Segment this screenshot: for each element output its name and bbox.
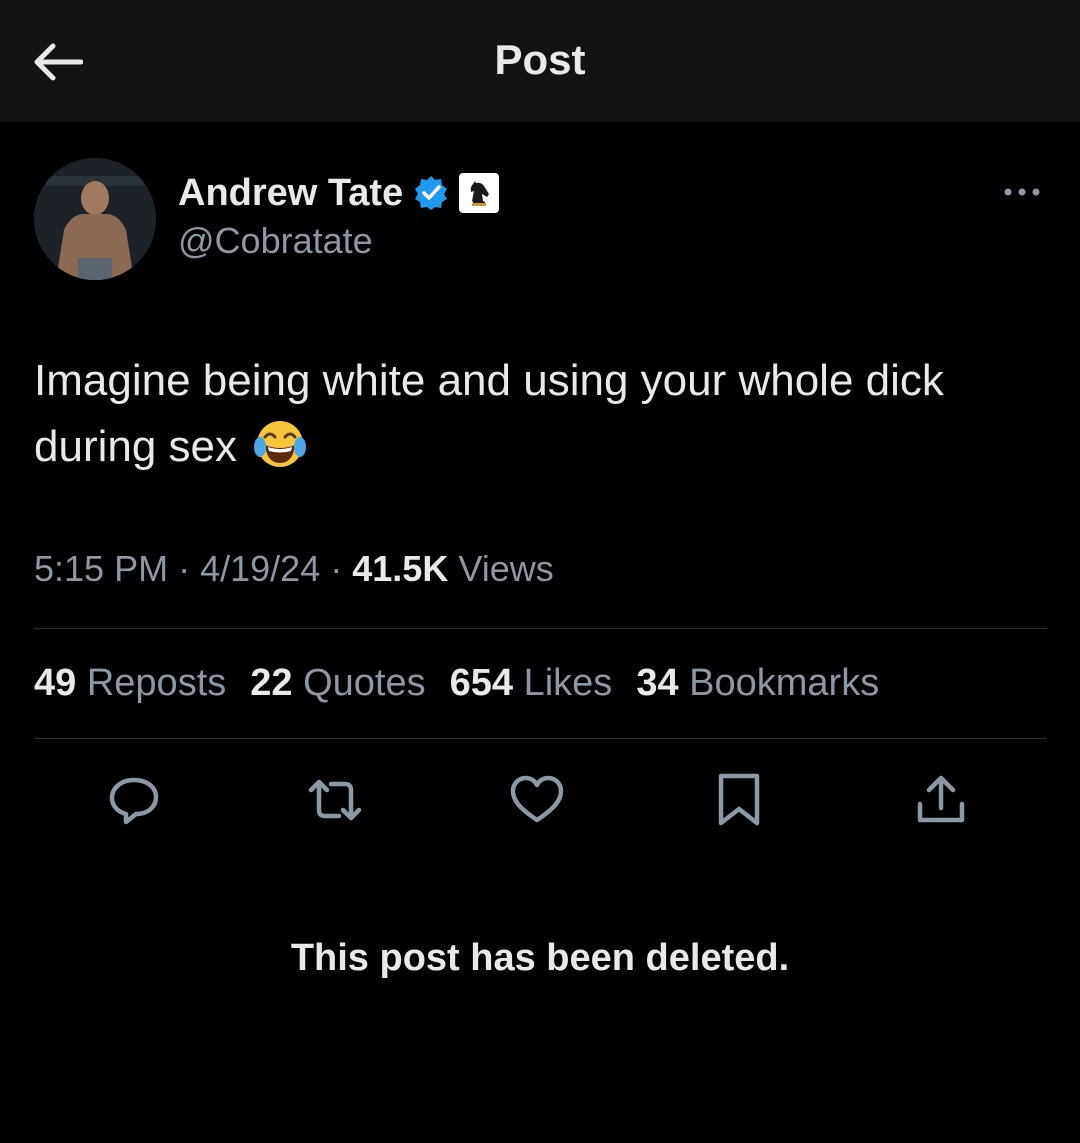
post-time[interactable]: 5:15 PM <box>34 548 168 589</box>
share-button[interactable] <box>911 770 971 830</box>
bookmarks-stat[interactable]: 34 Bookmarks <box>636 662 879 705</box>
share-icon <box>917 775 965 823</box>
reply-icon <box>109 777 159 825</box>
author-handle[interactable]: @Cobratate <box>178 220 373 262</box>
author-name[interactable]: Andrew Tate <box>178 172 403 215</box>
repost-icon <box>308 779 362 821</box>
bookmarks-label: Bookmarks <box>689 662 880 704</box>
reposts-stat[interactable]: 49 Reposts <box>34 662 226 705</box>
chess-knight-icon[interactable] <box>459 173 500 213</box>
likes-label: Likes <box>523 662 613 704</box>
engagement-stats: 49 Reposts 22 Quotes 654 Likes 34 Bookma… <box>34 662 879 705</box>
post-date[interactable]: 4/19/24 <box>200 548 320 589</box>
divider <box>34 628 1047 629</box>
quotes-stat[interactable]: 22 Quotes <box>250 662 425 705</box>
post-text: Imagine being white and using your whole… <box>34 348 1044 480</box>
bookmark-icon <box>718 773 760 826</box>
post-meta: 5:15 PM · 4/19/24 · 41.5K Views <box>34 548 554 590</box>
like-button[interactable] <box>507 770 567 830</box>
more-dots-icon <box>1004 188 1040 196</box>
quotes-count: 22 <box>250 662 293 704</box>
bookmark-button[interactable] <box>709 770 769 830</box>
avatar[interactable] <box>34 158 156 280</box>
meta-separator: · <box>330 548 343 589</box>
top-bar: Post <box>0 0 1080 122</box>
divider <box>34 738 1047 739</box>
verified-badge-icon <box>415 176 448 210</box>
reposts-count: 49 <box>34 662 77 704</box>
post-text-line-2: during sex <box>34 422 238 471</box>
face-with-tears-of-joy-icon <box>254 421 307 467</box>
meta-separator: · <box>178 548 191 589</box>
reposts-label: Reposts <box>86 662 227 704</box>
post-text-line-1: Imagine being white and using your whole… <box>34 356 944 405</box>
views-count: 41.5K <box>352 548 449 589</box>
author-name-row: Andrew Tate <box>178 170 500 216</box>
bookmarks-count: 34 <box>636 662 679 704</box>
deleted-notice: This post has been deleted. <box>290 937 790 979</box>
likes-stat[interactable]: 654 Likes <box>450 662 613 705</box>
repost-button[interactable] <box>305 770 365 830</box>
reply-button[interactable] <box>104 770 164 830</box>
page-title: Post <box>494 36 586 83</box>
views-label: Views <box>458 548 554 589</box>
like-icon <box>510 775 564 823</box>
likes-count: 654 <box>449 662 514 704</box>
quotes-label: Quotes <box>303 662 426 704</box>
more-options-button[interactable] <box>1000 178 1044 206</box>
